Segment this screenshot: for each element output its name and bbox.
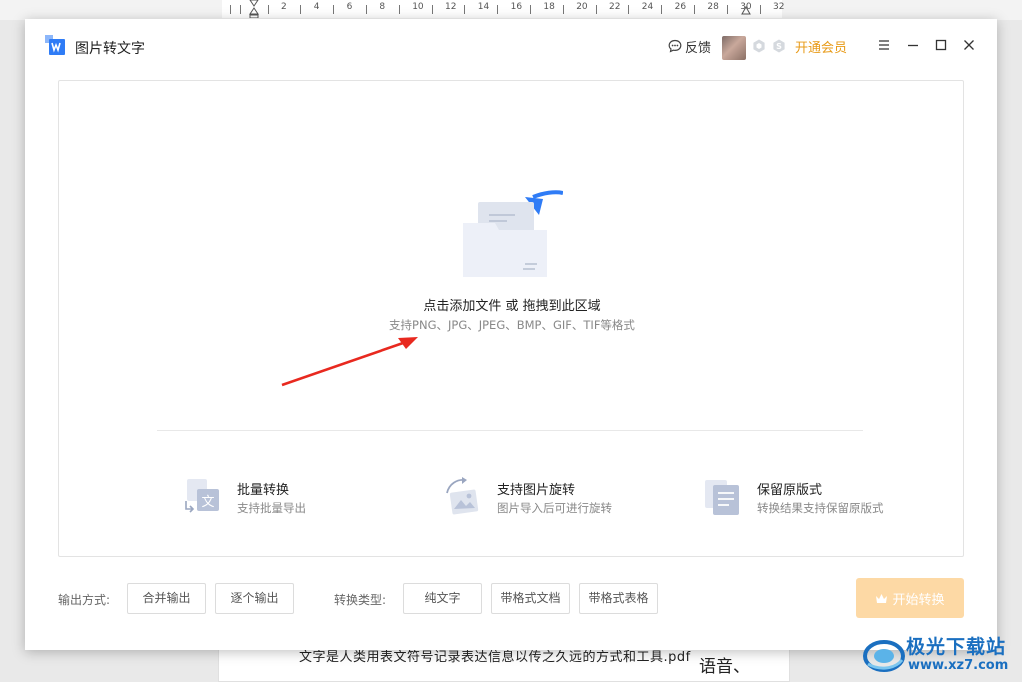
drop-zone-title: 点击添加文件 或 拖拽到此区域 bbox=[423, 299, 601, 314]
convert-type-label: 转换类型: bbox=[334, 593, 387, 607]
ruler-tick bbox=[497, 5, 499, 14]
divider bbox=[157, 430, 863, 431]
document-text-fragment: 语音、 bbox=[699, 657, 750, 677]
feedback-label: 反馈 bbox=[685, 40, 712, 56]
feedback-button[interactable]: 反馈 bbox=[668, 36, 711, 56]
ruler-number: 28 bbox=[707, 2, 719, 12]
ruler-number: 32 bbox=[773, 2, 785, 12]
formatted-table-button[interactable]: 带格式表格 bbox=[579, 583, 658, 614]
ruler-number: 8 bbox=[379, 2, 386, 12]
app-logo-icon bbox=[45, 35, 65, 55]
feature-title: 保留原版式 bbox=[757, 483, 823, 498]
ruler-number: 4 bbox=[313, 2, 320, 12]
minimize-icon[interactable] bbox=[902, 34, 924, 56]
output-mode-label: 输出方式: bbox=[58, 593, 111, 607]
watermark-logo-icon bbox=[863, 640, 905, 672]
ruler-number: 14 bbox=[477, 2, 490, 12]
ruler-number: 24 bbox=[641, 2, 654, 12]
red-annotation-arrow bbox=[281, 337, 418, 387]
document-ruler: 2468101214161820222426283032 bbox=[0, 0, 1022, 20]
super-member-badge-icon: S bbox=[773, 39, 785, 53]
feature-title: 批量转换 bbox=[237, 483, 290, 498]
svg-text:文: 文 bbox=[201, 495, 214, 510]
ruler-tick bbox=[530, 5, 531, 14]
ruler-number: 18 bbox=[543, 2, 555, 12]
feature-description: 支持批量导出 bbox=[237, 501, 306, 515]
maximize-icon[interactable] bbox=[930, 34, 952, 56]
member-badge-icon bbox=[753, 39, 765, 53]
ruler-number: 2 bbox=[281, 2, 287, 12]
add-file-folder-icon bbox=[463, 190, 563, 277]
image-rotate-icon bbox=[446, 477, 479, 515]
site-watermark: 极光下载站 www.xz7.com bbox=[862, 630, 1022, 682]
plain-text-button[interactable]: 纯文字 bbox=[403, 583, 482, 614]
keep-layout-icon bbox=[705, 480, 739, 515]
ruler-tick bbox=[240, 5, 241, 14]
ruler-tick bbox=[230, 5, 231, 14]
formatted-doc-button[interactable]: 带格式文档 bbox=[491, 583, 570, 614]
app-title: 图片转文字 bbox=[75, 41, 145, 57]
ruler-number: 12 bbox=[445, 2, 457, 12]
ruler-tick bbox=[628, 5, 630, 14]
ruler-tick bbox=[726, 5, 728, 14]
batch-convert-icon: 文 bbox=[185, 479, 219, 513]
ruler-tick bbox=[694, 5, 695, 14]
ruler-number: 10 bbox=[412, 2, 424, 12]
ruler-tick bbox=[464, 5, 466, 14]
ruler-tick bbox=[661, 5, 663, 14]
start-convert-button[interactable]: 开始转换 bbox=[856, 578, 964, 618]
image-to-text-dialog: 图片转文字 反馈 S 开通会员 点击添加文件 或 拖拽到此区域 支持PNG、JP… bbox=[25, 19, 997, 650]
feature-description: 图片导入后可进行旋转 bbox=[497, 501, 612, 515]
supported-formats-text: 支持PNG、JPG、JPEG、BMP、GIF、TIF等格式 bbox=[389, 318, 635, 332]
menu-icon[interactable] bbox=[873, 34, 895, 56]
ruler-tick bbox=[366, 5, 367, 14]
ruler-strip bbox=[222, 0, 782, 18]
ruler-tick bbox=[300, 5, 302, 14]
ruler-indent-marker-right[interactable] bbox=[741, 0, 751, 18]
ruler-tick bbox=[398, 5, 400, 14]
chat-bubble-icon bbox=[668, 39, 682, 53]
file-drop-zone[interactable]: 点击添加文件 或 拖拽到此区域 支持PNG、JPG、JPEG、BMP、GIF、T… bbox=[58, 80, 964, 557]
ruler-tick bbox=[267, 5, 269, 14]
ruler-tick bbox=[562, 5, 564, 14]
feature-description: 转换结果支持保留原版式 bbox=[757, 501, 884, 515]
ruler-number: 6 bbox=[346, 2, 353, 12]
ruler-tick bbox=[759, 5, 761, 14]
ruler-tick bbox=[333, 5, 335, 14]
watermark-name: 极光下载站 bbox=[906, 636, 1007, 658]
ruler-tick bbox=[431, 5, 433, 14]
ruler-tick bbox=[595, 5, 597, 14]
merge-output-button[interactable]: 合并输出 bbox=[127, 583, 206, 614]
crown-icon bbox=[876, 593, 888, 603]
svg-text:S: S bbox=[776, 42, 782, 51]
close-icon[interactable] bbox=[958, 34, 980, 56]
ruler-number: 22 bbox=[609, 2, 621, 12]
ruler-number: 26 bbox=[674, 2, 687, 12]
user-avatar[interactable] bbox=[722, 36, 746, 60]
ruler-number: 20 bbox=[576, 2, 588, 12]
separate-output-button[interactable]: 逐个输出 bbox=[215, 583, 294, 614]
title-bar: 图片转文字 反馈 S 开通会员 bbox=[25, 19, 997, 73]
start-convert-label: 开始转换 bbox=[892, 592, 945, 608]
watermark-url: www.xz7.com bbox=[908, 658, 1009, 673]
feature-title: 支持图片旋转 bbox=[497, 483, 576, 498]
open-vip-link[interactable]: 开通会员 bbox=[795, 37, 847, 56]
ruler-indent-marker-left[interactable] bbox=[249, 0, 259, 18]
ruler-number: 16 bbox=[510, 2, 523, 12]
